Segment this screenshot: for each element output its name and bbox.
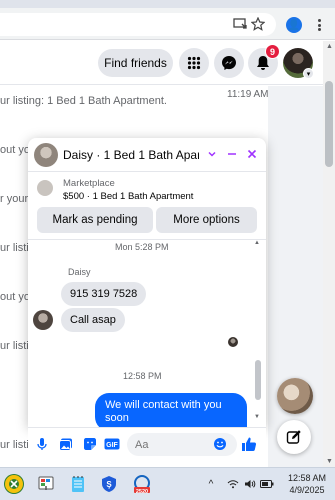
message-thread: Mon 5:28 PM Daisy 915 319 7528 Call asap…: [28, 240, 266, 427]
gif-icon[interactable]: GIF: [104, 436, 120, 452]
find-friends-button[interactable]: Find friends: [98, 49, 173, 77]
wifi-icon[interactable]: [226, 477, 240, 491]
more-options-button[interactable]: More options: [156, 207, 257, 233]
listing-source: Marketplace: [63, 178, 115, 189]
outgoing-message[interactable]: We will contact with you soon: [95, 393, 247, 427]
app-icon-green[interactable]: [4, 474, 24, 494]
chat-scrollbar[interactable]: ▲ ▼: [254, 240, 262, 420]
scrollbar-thumb[interactable]: [255, 360, 261, 400]
app-badge-text: 2520: [135, 489, 149, 495]
windows-taskbar: Ş 2520 ^ 12:58 AM 4/9/2025: [0, 467, 335, 500]
chat-head-bubble[interactable]: [277, 378, 313, 414]
notification-text: out yo: [0, 291, 30, 303]
notification-text: r your: [0, 193, 29, 205]
chat-title[interactable]: Daisy · 1 Bed 1 Bath Apart...: [63, 148, 199, 162]
chevron-down-icon[interactable]: ▾: [303, 68, 314, 79]
message-timestamp: 12:58 PM: [123, 371, 162, 381]
notification-text: ur listing: 1 Bed 1 Bath Apartment.: [0, 95, 167, 107]
scrollbar-thumb[interactable]: [325, 81, 333, 167]
sender-avatar[interactable]: [33, 310, 53, 330]
sticker-icon[interactable]: [82, 436, 98, 452]
facebook-header: Find friends 9 ▾: [0, 41, 323, 85]
messenger-icon[interactable]: [214, 48, 244, 78]
emoji-icon[interactable]: [212, 436, 228, 452]
message-timestamp: Mon 5:28 PM: [115, 242, 169, 252]
notepad-app-icon[interactable]: [68, 474, 88, 494]
clock-date: 4/9/2025: [289, 485, 325, 495]
svg-text:GIF: GIF: [106, 442, 118, 449]
battery-icon[interactable]: [260, 477, 274, 491]
listing-price-title[interactable]: $500 · 1 Bed 1 Bath Apartment: [63, 191, 193, 202]
messenger-chat-window: Daisy · 1 Bed 1 Bath Apart... Marketplac…: [28, 138, 266, 427]
scroll-down-icon[interactable]: ▼: [254, 414, 260, 420]
menu-grid-icon[interactable]: [179, 48, 209, 78]
scroll-up-icon[interactable]: ▲: [326, 43, 333, 50]
svg-text:Ş: Ş: [106, 480, 112, 489]
minimize-icon[interactable]: [223, 145, 241, 163]
notification-text: out yo: [0, 144, 30, 156]
message-composer: GIF: [28, 427, 266, 460]
browser-menu-icon[interactable]: [315, 17, 323, 33]
install-app-icon[interactable]: [232, 16, 248, 32]
security-shield-app-icon[interactable]: Ş: [99, 474, 119, 494]
marketplace-listing-card: Marketplace $500 · 1 Bed 1 Bath Apartmen…: [28, 172, 266, 240]
thumbs-up-icon[interactable]: [241, 436, 257, 452]
browser-toolbar: 👤: [0, 8, 335, 40]
sender-name: Daisy: [68, 267, 91, 277]
notification-time: 11:19 AM: [227, 89, 269, 100]
clock-time: 12:58 AM: [287, 473, 327, 483]
read-receipt-avatar: [228, 337, 238, 347]
close-icon[interactable]: [243, 145, 261, 163]
show-hidden-icons-chevron-icon[interactable]: ^: [204, 477, 218, 491]
paint-app-icon[interactable]: [36, 474, 56, 494]
new-message-button[interactable]: [277, 420, 311, 454]
notification-count-badge: 9: [265, 44, 280, 59]
browser-profile-icon[interactable]: 👤: [286, 17, 302, 33]
bookmark-star-icon[interactable]: [250, 16, 266, 32]
compose-icon: [286, 430, 301, 444]
incoming-message[interactable]: Call asap: [61, 308, 125, 332]
browser-tab-strip: [0, 0, 335, 8]
scroll-up-icon[interactable]: ▲: [254, 240, 260, 246]
page-scrollbar[interactable]: ▲ ▼: [323, 41, 335, 467]
microphone-icon[interactable]: [34, 436, 50, 452]
listing-thumbnail[interactable]: [37, 180, 53, 196]
system-clock[interactable]: 12:58 AM 4/9/2025: [285, 472, 329, 496]
speaker-icon[interactable]: [243, 477, 257, 491]
chat-header[interactable]: Daisy · 1 Bed 1 Bath Apart...: [28, 138, 266, 172]
scroll-down-icon[interactable]: ▼: [326, 458, 333, 465]
photo-icon[interactable]: [58, 436, 74, 452]
contact-avatar[interactable]: [34, 143, 58, 167]
incoming-message[interactable]: 915 319 7528: [61, 282, 147, 306]
mark-as-pending-button[interactable]: Mark as pending: [37, 207, 153, 233]
chevron-down-icon[interactable]: [203, 145, 221, 163]
